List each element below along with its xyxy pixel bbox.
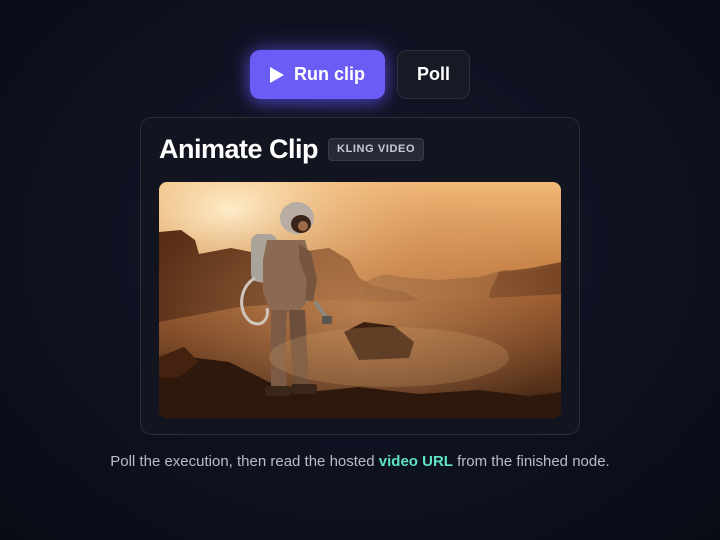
caption-after: from the finished node. (452, 453, 610, 470)
animate-clip-card: Animate Clip KLING VIDEO (140, 117, 580, 435)
video-thumbnail (159, 182, 561, 418)
card-title: Animate Clip (159, 134, 319, 164)
run-clip-label: Run clip (294, 64, 365, 84)
video-url-link[interactable]: video URL (379, 453, 453, 470)
video-preview[interactable] (159, 182, 561, 418)
poll-button[interactable]: Poll (397, 50, 470, 99)
provider-badge: KLING VIDEO (328, 138, 425, 161)
play-icon (270, 66, 284, 83)
poll-label: Poll (416, 64, 450, 84)
action-bar: Run clip Poll (0, 50, 720, 100)
run-clip-button[interactable]: Run clip (250, 50, 385, 99)
card-header: Animate Clip KLING VIDEO (159, 134, 425, 165)
caption-text: Poll the execution, then read the hosted… (90, 452, 630, 471)
caption-before: Poll the execution, then read the hosted (110, 453, 379, 470)
